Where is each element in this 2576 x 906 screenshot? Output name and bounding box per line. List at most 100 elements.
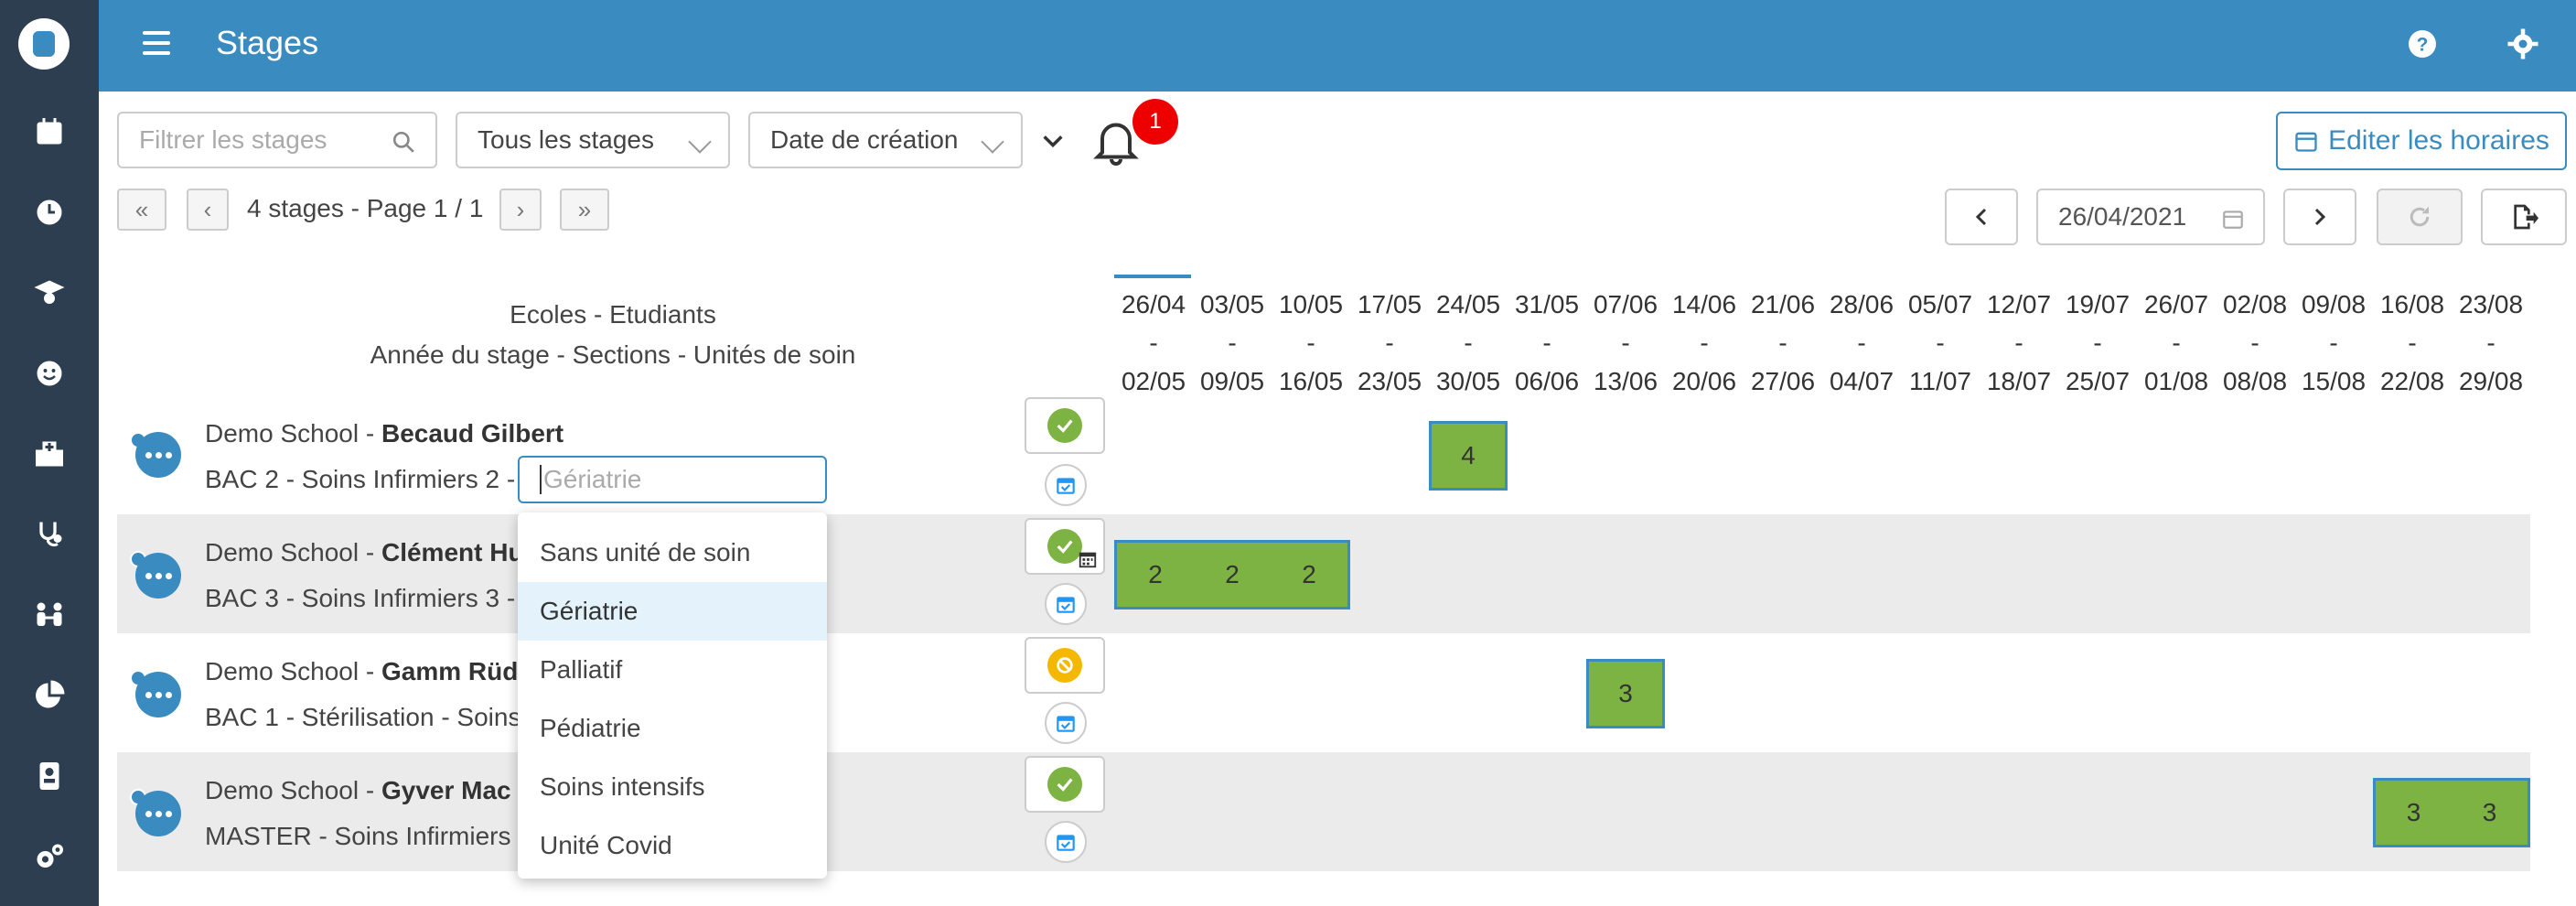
settings-gears-icon[interactable] bbox=[27, 835, 71, 879]
status-validated-button[interactable] bbox=[1025, 397, 1105, 454]
week-sep: - bbox=[1621, 329, 1630, 357]
chevron-down-icon bbox=[981, 130, 1004, 154]
column-header-details: Année du stage - Sections - Unités de so… bbox=[370, 340, 856, 369]
stethoscope-icon[interactable] bbox=[27, 512, 71, 556]
more-options-icon[interactable] bbox=[135, 791, 181, 836]
care-unit-input[interactable]: Gériatrie bbox=[518, 456, 827, 503]
gear-icon[interactable] bbox=[2506, 27, 2539, 60]
week-end: 27/06 bbox=[1750, 367, 1816, 395]
next-period-button[interactable] bbox=[2283, 189, 2356, 245]
stages-type-select[interactable]: Tous les stages bbox=[456, 112, 730, 168]
stage-bar[interactable]: 33 bbox=[2373, 778, 2530, 847]
help-icon[interactable]: ? bbox=[2406, 27, 2439, 60]
last-page-button[interactable]: » bbox=[560, 189, 609, 231]
calendar-check-button[interactable] bbox=[1045, 583, 1087, 625]
week-start: 02/08 bbox=[2222, 290, 2288, 318]
calendar-icon bbox=[2223, 210, 2243, 229]
dropdown-option[interactable]: Sans unité de soin bbox=[518, 523, 827, 582]
refresh-button[interactable] bbox=[2377, 189, 2463, 245]
stage-bar[interactable]: 3 bbox=[1586, 659, 1665, 728]
week-column-header: 21/06 - 27/06 bbox=[1744, 286, 1822, 401]
week-column-header: 26/07 - 01/08 bbox=[2137, 286, 2216, 401]
more-options-icon[interactable] bbox=[135, 553, 181, 599]
week-end: 29/08 bbox=[2458, 367, 2524, 395]
chevron-left-icon bbox=[1975, 208, 1987, 226]
status-validated-button[interactable] bbox=[1025, 518, 1105, 575]
calendar-check-button[interactable] bbox=[1045, 821, 1087, 863]
edit-schedule-button[interactable]: Editer les horaires bbox=[2276, 112, 2567, 170]
week-end: 09/05 bbox=[1199, 367, 1265, 395]
stage-bar[interactable]: 222 bbox=[1114, 540, 1350, 609]
next-page-button[interactable]: › bbox=[499, 189, 542, 231]
filter-stages-input[interactable]: Filtrer les stages bbox=[117, 112, 437, 168]
more-options-icon[interactable] bbox=[135, 432, 181, 478]
calendar-check-icon bbox=[1057, 716, 1075, 732]
row-detail: MASTER - Soins Infirmiers 2 bbox=[205, 822, 532, 850]
dropdown-option[interactable]: Unité Covid bbox=[518, 816, 827, 875]
id-card-icon[interactable] bbox=[27, 754, 71, 798]
notification-badge: 1 bbox=[1132, 99, 1178, 145]
week-column-header: 26/04 - 02/05 bbox=[1114, 286, 1193, 401]
app-logo[interactable] bbox=[18, 18, 70, 70]
check-icon bbox=[1047, 767, 1082, 802]
week-end: 20/06 bbox=[1671, 367, 1737, 395]
row-school-student: Demo School - Gyver Mac bbox=[205, 776, 511, 804]
week-sep: - bbox=[1778, 329, 1787, 357]
export-button[interactable] bbox=[2481, 189, 2567, 245]
week-start: 03/05 bbox=[1199, 290, 1265, 318]
people-icon[interactable] bbox=[27, 593, 71, 637]
search-icon bbox=[392, 131, 414, 153]
week-end: 06/06 bbox=[1514, 367, 1580, 395]
prev-period-button[interactable] bbox=[1945, 189, 2018, 245]
status-refused-button[interactable] bbox=[1025, 637, 1105, 694]
check-icon bbox=[1047, 408, 1082, 443]
status-validated-button[interactable] bbox=[1025, 756, 1105, 813]
week-column-header: 23/08 - 29/08 bbox=[2452, 286, 2530, 401]
dropdown-option[interactable]: Pédiatrie bbox=[518, 699, 827, 758]
week-end: 02/05 bbox=[1121, 367, 1186, 395]
week-start: 07/06 bbox=[1593, 290, 1658, 318]
date-picker-input[interactable]: 26/04/2021 bbox=[2036, 189, 2265, 245]
week-sep: - bbox=[2250, 329, 2259, 357]
dropdown-option-selected[interactable]: Gériatrie bbox=[518, 582, 827, 641]
sort-direction-chevron-icon[interactable] bbox=[1037, 128, 1068, 154]
clock-icon[interactable] bbox=[27, 190, 71, 234]
row-detail: BAC 2 - Soins Infirmiers 2 - bbox=[205, 465, 516, 493]
row-school-student: Demo School - Clément Hug bbox=[205, 538, 540, 566]
chevron-right-icon bbox=[2314, 208, 2326, 226]
more-options-icon[interactable] bbox=[135, 672, 181, 717]
week-column-header: 16/08 - 22/08 bbox=[2373, 286, 2452, 401]
graduation-cap-icon[interactable] bbox=[27, 271, 71, 315]
top-bar: Stages ? bbox=[99, 0, 2576, 92]
calendar-check-button[interactable] bbox=[1045, 702, 1087, 744]
calendar-check-button[interactable] bbox=[1045, 464, 1087, 506]
week-end: 18/07 bbox=[1986, 367, 2052, 395]
week-column-header: 12/07 - 18/07 bbox=[1980, 286, 2058, 401]
sort-select[interactable]: Date de création bbox=[748, 112, 1023, 168]
week-end: 23/05 bbox=[1357, 367, 1422, 395]
week-column-header: 02/08 - 08/08 bbox=[2216, 286, 2294, 401]
week-sep: - bbox=[1149, 329, 1158, 357]
week-start: 26/07 bbox=[2143, 290, 2209, 318]
week-start: 09/08 bbox=[2301, 290, 2367, 318]
smile-icon[interactable] bbox=[27, 351, 71, 395]
week-start: 24/05 bbox=[1435, 290, 1501, 318]
dropdown-option[interactable]: Soins intensifs bbox=[518, 758, 827, 816]
menu-icon[interactable] bbox=[143, 31, 170, 59]
pie-chart-icon[interactable] bbox=[27, 674, 71, 717]
week-end: 30/05 bbox=[1435, 367, 1501, 395]
week-column-header: 31/05 - 06/06 bbox=[1508, 286, 1586, 401]
stage-bar[interactable]: 4 bbox=[1429, 421, 1508, 491]
first-page-button[interactable]: « bbox=[117, 189, 166, 231]
calendar-icon[interactable] bbox=[27, 110, 71, 154]
hospital-icon[interactable] bbox=[27, 432, 71, 476]
dropdown-option[interactable]: Palliatif bbox=[518, 641, 827, 699]
prev-page-button[interactable]: ‹ bbox=[187, 189, 229, 231]
week-sep: - bbox=[2329, 329, 2338, 357]
week-end: 15/08 bbox=[2301, 367, 2367, 395]
week-column-header: 05/07 - 11/07 bbox=[1901, 286, 1980, 401]
week-sep: - bbox=[1385, 329, 1394, 357]
week-start: 17/05 bbox=[1357, 290, 1422, 318]
sidebar bbox=[0, 0, 99, 906]
week-column-header: 07/06 - 13/06 bbox=[1586, 286, 1665, 401]
